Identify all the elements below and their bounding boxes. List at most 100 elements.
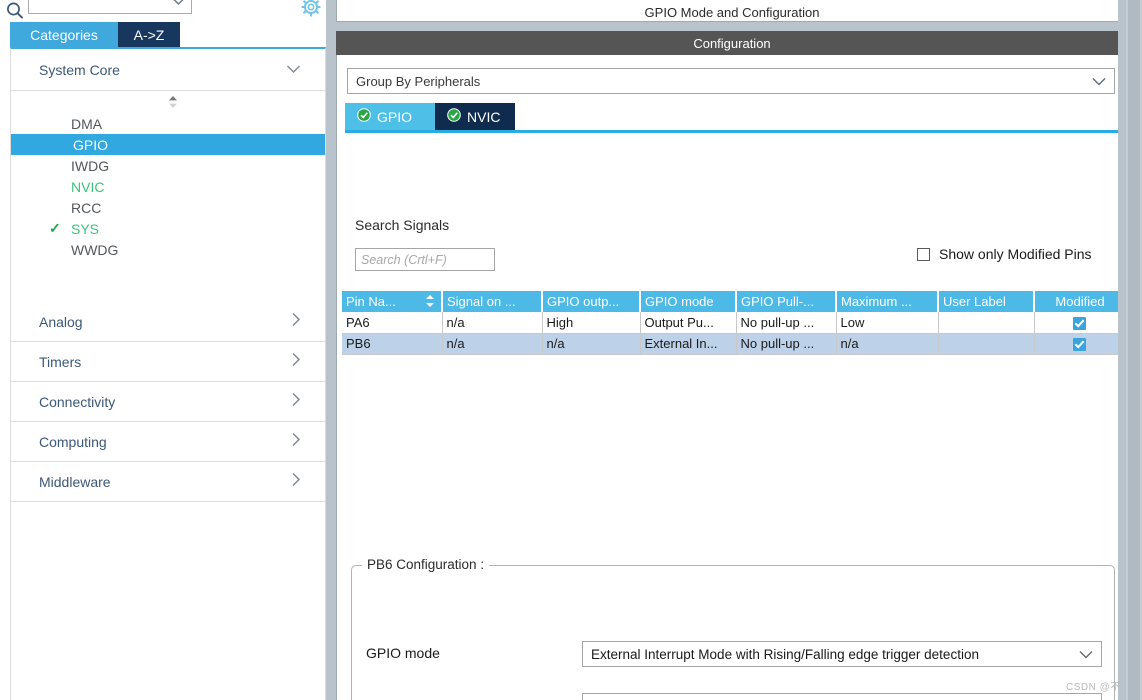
check-icon: ✓ (49, 220, 61, 236)
sidebar-item-rcc[interactable]: RCC (11, 197, 325, 218)
stm32cubemx-window: Categories A->Z System Core DMA GPIO IWD… (0, 0, 1142, 700)
cell-maximum: Low (836, 312, 939, 334)
gpio-pull-dropdown[interactable]: No pull-up and no pull-down (582, 693, 1102, 700)
right-edge-strip (1118, 0, 1126, 700)
tab-categories[interactable]: Categories (10, 22, 118, 47)
page-title: GPIO Mode and Configuration (644, 5, 820, 20)
group-by-dropdown[interactable]: Group By Peripherals (347, 68, 1115, 94)
tab-gpio[interactable]: GPIO (345, 103, 435, 130)
right-panel: GPIO Mode and Configuration Configuratio… (330, 0, 1142, 700)
gpio-mode-row: GPIO mode External Interrupt Mode with R… (352, 641, 1116, 667)
pin-configuration-legend: PB6 Configuration : (362, 557, 490, 572)
category-analog[interactable]: Analog (11, 302, 325, 342)
tab-underline (345, 130, 1127, 133)
column-header-maximum-label: Maximum ... (841, 294, 912, 309)
sidebar-item-nvic-label: NVIC (71, 178, 105, 195)
category-system-core[interactable]: System Core (11, 49, 325, 91)
tree-bottom-spacer (11, 260, 325, 302)
sidebar-item-sys[interactable]: ✓ SYS (11, 218, 325, 239)
configuration-section-title: Configuration (693, 35, 771, 51)
group-by-value: Group By Peripherals (356, 73, 481, 89)
scroll-updown-icon (166, 94, 180, 110)
sidebar-item-wwdg-label: WWDG (71, 241, 119, 258)
sidebar-item-gpio-label: GPIO (73, 136, 109, 153)
category-system-core-label: System Core (39, 61, 120, 78)
column-header-gpio-output-label: GPIO outp... (547, 294, 620, 309)
sidebar-item-rcc-label: RCC (71, 199, 102, 216)
pin-configuration-group: PB6 Configuration : GPIO mode External I… (351, 557, 1116, 700)
tree-scroll-indicator[interactable] (11, 91, 325, 113)
sidebar-item-dma-label: DMA (71, 115, 103, 132)
green-check-circle-icon (447, 108, 461, 125)
sidebar-tab-strip: Categories A->Z (0, 22, 330, 47)
modified-check-icon (1073, 338, 1086, 352)
search-signals-label: Search Signals (355, 217, 450, 233)
watermark: CSDN @不 (1066, 682, 1121, 693)
table-row[interactable]: PA6 n/a High Output Pu... No pull-up ...… (342, 312, 1126, 334)
category-computing-label: Computing (39, 433, 107, 450)
tab-gpio-label: GPIO (377, 108, 413, 125)
column-header-maximum[interactable]: Maximum ... (836, 291, 939, 312)
category-analog-label: Analog (39, 313, 83, 330)
tab-categories-label: Categories (30, 26, 98, 43)
cell-gpio-pull: No pull-up ... (736, 312, 837, 334)
chevron-down-icon (286, 61, 301, 78)
search-input[interactable]: Search (Crtl+F) (355, 248, 495, 271)
tab-a-to-z[interactable]: A->Z (118, 22, 180, 47)
category-timers[interactable]: Timers (11, 342, 325, 382)
gpio-mode-dropdown[interactable]: External Interrupt Mode with Rising/Fall… (582, 641, 1102, 667)
category-timers-label: Timers (39, 353, 82, 370)
sidebar-category-panel: System Core DMA GPIO IWDG NVIC RCC ✓ SYS… (10, 47, 326, 700)
column-header-user-label[interactable]: User Label (938, 291, 1035, 312)
chevron-right-icon (291, 432, 301, 451)
column-header-pin-name-label: Pin Na... (346, 294, 396, 309)
vertical-scrollbar-thumb[interactable] (1128, 0, 1140, 700)
category-connectivity[interactable]: Connectivity (11, 382, 325, 422)
cell-signal-on: n/a (442, 333, 543, 355)
column-header-gpio-output[interactable]: GPIO outp... (542, 291, 641, 312)
tab-nvic[interactable]: NVIC (435, 103, 515, 130)
category-middleware-label: Middleware (39, 473, 111, 490)
column-header-signal-on[interactable]: Signal on ... (442, 291, 543, 312)
column-header-gpio-mode[interactable]: GPIO mode (640, 291, 737, 312)
search-icon[interactable] (4, 0, 26, 22)
system-core-tree: DMA GPIO IWDG NVIC RCC ✓ SYS WWDG (11, 113, 325, 260)
sidebar-search-row (0, 0, 330, 22)
sidebar-item-gpio[interactable]: GPIO (11, 134, 325, 155)
configuration-content: Group By Peripherals GPIO NVIC Search Si… (336, 55, 1128, 700)
column-header-pin-name[interactable]: Pin Na... (342, 291, 443, 312)
chevron-down-icon (172, 0, 185, 6)
peripheral-tab-strip: GPIO NVIC (345, 103, 1127, 133)
column-header-modified[interactable]: Modified (1034, 291, 1125, 312)
sort-updown-icon (425, 294, 435, 308)
show-only-modified-pins-label: Show only Modified Pins (939, 246, 1092, 262)
cell-gpio-mode: External In... (640, 333, 737, 355)
sidebar-item-iwdg[interactable]: IWDG (11, 155, 325, 176)
table-row[interactable]: PB6 n/a n/a External In... No pull-up ..… (342, 333, 1126, 355)
gpio-mode-value: External Interrupt Mode with Rising/Fall… (591, 646, 979, 662)
sidebar-search-combobox[interactable] (28, 0, 192, 14)
chevron-right-icon (291, 472, 301, 491)
cell-gpio-mode: Output Pu... (640, 312, 737, 334)
cell-user-label (938, 312, 1035, 334)
cell-signal-on: n/a (442, 312, 543, 334)
tab-a-to-z-label: A->Z (133, 26, 165, 43)
category-middleware[interactable]: Middleware (11, 462, 325, 502)
chevron-right-icon (291, 392, 301, 411)
sidebar-item-dma[interactable]: DMA (11, 113, 325, 134)
sidebar-item-nvic[interactable]: NVIC (11, 176, 325, 197)
category-connectivity-label: Connectivity (39, 393, 116, 410)
mode-title-box: GPIO Mode and Configuration (336, 0, 1128, 22)
cell-maximum: n/a (836, 333, 939, 355)
column-header-modified-label: Modified (1055, 294, 1105, 309)
gear-icon[interactable] (300, 0, 322, 18)
show-only-modified-pins-checkbox[interactable]: Show only Modified Pins (917, 246, 1092, 262)
vertical-scrollbar[interactable] (1126, 0, 1142, 700)
sidebar-item-wwdg[interactable]: WWDG (11, 239, 325, 260)
column-header-gpio-pull[interactable]: GPIO Pull-... (736, 291, 837, 312)
chevron-down-icon (1079, 647, 1093, 662)
category-computing[interactable]: Computing (11, 422, 325, 462)
sidebar-item-iwdg-label: IWDG (71, 157, 110, 174)
gpio-mode-label: GPIO mode (366, 645, 440, 661)
cell-gpio-output: n/a (542, 333, 641, 355)
